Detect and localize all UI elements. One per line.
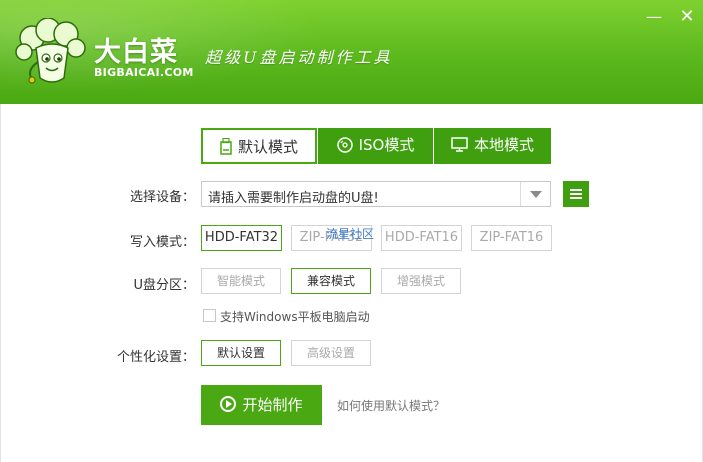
menu-icon-line — [570, 197, 582, 199]
start-button[interactable]: 开始制作 — [201, 385, 322, 425]
tab-local-mode[interactable]: 本地模式 — [434, 128, 551, 164]
personalize-label: 个性化设置： — [116, 350, 195, 365]
menu-icon-line — [570, 189, 582, 191]
write-mode-zip-fat16[interactable]: ZIP-FAT16 — [471, 225, 552, 251]
monitor-icon — [451, 137, 468, 152]
tab-iso-label: ISO模式 — [358, 136, 415, 154]
brand-domain: BIGBAICAI.COM — [94, 66, 194, 79]
device-dropdown-value: 请插入需要制作启动盘的U盘! — [208, 191, 379, 206]
partition-compatible-mode[interactable]: 兼容模式 — [291, 268, 371, 294]
help-link[interactable]: 如何使用默认模式？ — [337, 397, 445, 414]
tab-local-label: 本地模式 — [473, 136, 534, 154]
partition-label: U盘分区： — [133, 278, 195, 293]
write-mode-label: 写入模式： — [129, 235, 195, 250]
close-button[interactable]: ✕ — [677, 8, 697, 26]
personalize-default-button[interactable]: 默认设置 — [201, 340, 281, 366]
partition-enhanced-mode[interactable]: 增强模式 — [381, 268, 461, 294]
chevron-down-icon[interactable] — [520, 182, 550, 206]
play-circle-icon — [220, 395, 237, 412]
write-mode-hdd-fat32[interactable]: HDD-FAT32 — [201, 225, 282, 251]
device-label: 选择设备： — [129, 190, 195, 205]
personalize-advanced-button[interactable]: 高级设置 — [291, 340, 371, 366]
brand-slogan: 超级U盘启动制作工具 — [205, 48, 393, 67]
device-menu-button[interactable] — [563, 181, 589, 207]
partition-smart-mode[interactable]: 智能模式 — [201, 268, 281, 294]
start-button-label: 开始制作 — [242, 396, 303, 414]
watermark-text: 流星社区 — [326, 227, 375, 241]
tab-default-mode[interactable]: 默认模式 — [201, 128, 317, 164]
tablet-support-label[interactable]: 支持Windows平板电脑启动 — [220, 308, 370, 325]
cabbage-mascot-icon — [15, 18, 86, 84]
write-mode-hdd-fat16[interactable]: HDD-FAT16 — [381, 225, 462, 251]
disc-icon — [336, 136, 353, 153]
tab-default-label: 默认模式 — [237, 138, 298, 156]
tablet-support-checkbox[interactable] — [203, 309, 216, 322]
app-header: 大白菜 BIGBAICAI.COM 超级U盘启动制作工具 — ✕ — [0, 0, 703, 104]
brand-name: 大白菜 — [94, 37, 178, 68]
device-dropdown[interactable]: 请插入需要制作启动盘的U盘! — [201, 181, 551, 207]
minimize-button[interactable]: — — [644, 8, 664, 26]
usb-drive-icon — [220, 138, 232, 155]
menu-icon-line — [570, 193, 582, 195]
tab-iso-mode[interactable]: ISO模式 — [318, 128, 433, 164]
